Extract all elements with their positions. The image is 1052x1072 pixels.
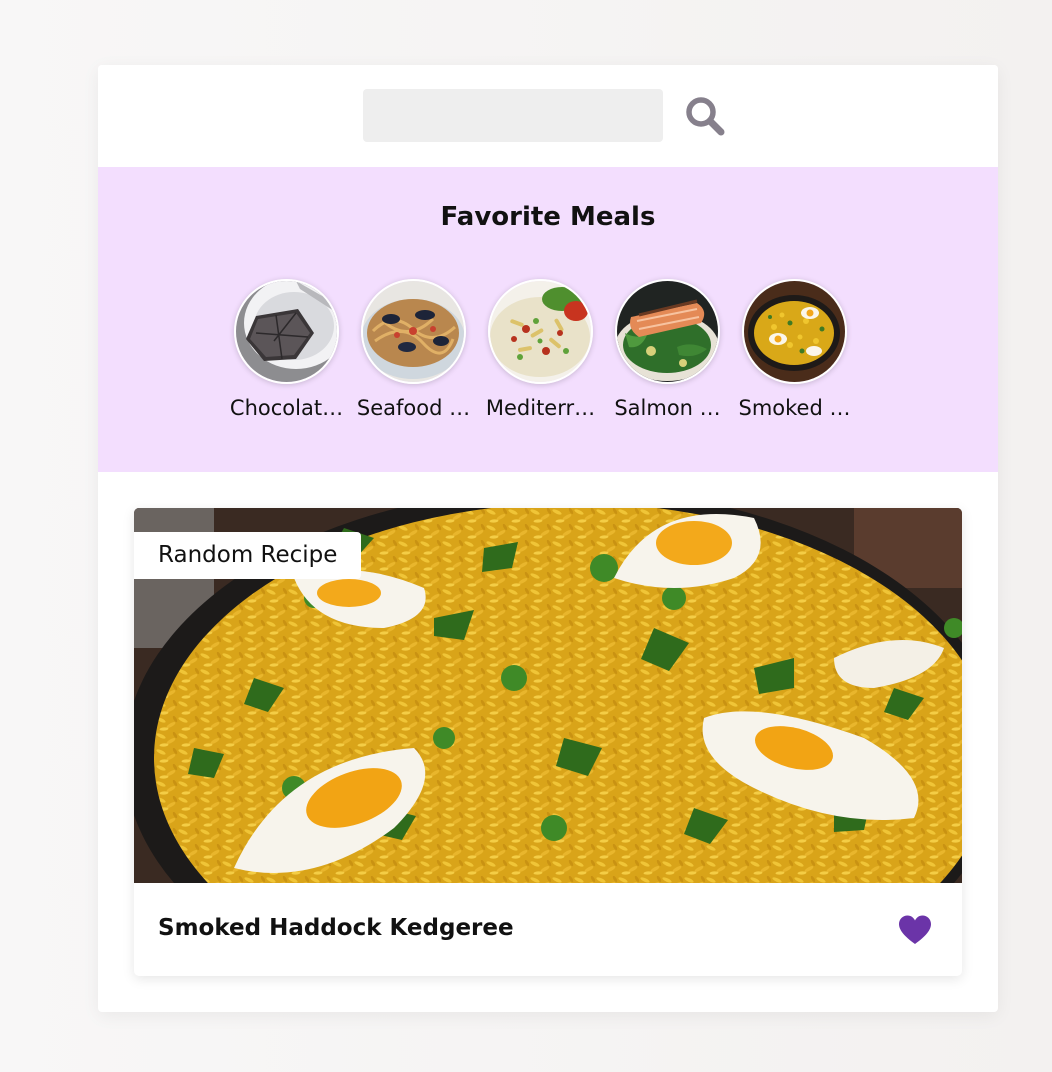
favorite-item-chocolate[interactable]: Chocolat…	[230, 279, 343, 420]
favorites-list: Chocolat… Seafood … Mediterr… Salmon … S…	[230, 279, 850, 420]
favorite-label: Salmon …	[614, 396, 721, 420]
favorites-title: Favorite Meals	[440, 202, 656, 232]
favorite-item-seafood[interactable]: Seafood …	[357, 279, 470, 420]
favorite-item-salmon[interactable]: Salmon …	[614, 279, 721, 420]
chocolate-cake-image	[234, 279, 339, 384]
favorite-label: Smoked …	[738, 396, 851, 420]
header	[98, 65, 998, 167]
favorite-label: Chocolat…	[229, 396, 344, 420]
random-meal-card: Random Recipe Smoked Haddock Kedgeree	[134, 508, 962, 976]
smoked-haddock-image	[742, 279, 847, 384]
seafood-pasta-image	[361, 279, 466, 384]
favorite-item-mediterranean[interactable]: Mediterr…	[486, 279, 595, 420]
meal-footer: Smoked Haddock Kedgeree	[134, 883, 962, 976]
random-recipe-badge: Random Recipe	[134, 532, 362, 579]
search-input[interactable]	[363, 89, 663, 142]
search-icon	[682, 93, 728, 139]
meal-title: Smoked Haddock Kedgeree	[158, 915, 514, 941]
mediterranean-salad-image	[488, 279, 593, 384]
favorite-item-smoked[interactable]: Smoked …	[739, 279, 850, 420]
meal-image: Random Recipe	[134, 508, 962, 883]
favorite-label: Mediterr…	[485, 396, 596, 420]
search-button[interactable]	[682, 93, 728, 139]
favorites-section: Favorite Meals Chocolat… Seafood … Medit…	[98, 167, 998, 472]
favorite-button[interactable]	[898, 914, 932, 948]
favorite-label: Seafood …	[356, 396, 471, 420]
meal-app: Favorite Meals Chocolat… Seafood … Medit…	[98, 65, 998, 1012]
heart-icon	[898, 914, 932, 948]
salmon-salad-image	[615, 279, 720, 384]
